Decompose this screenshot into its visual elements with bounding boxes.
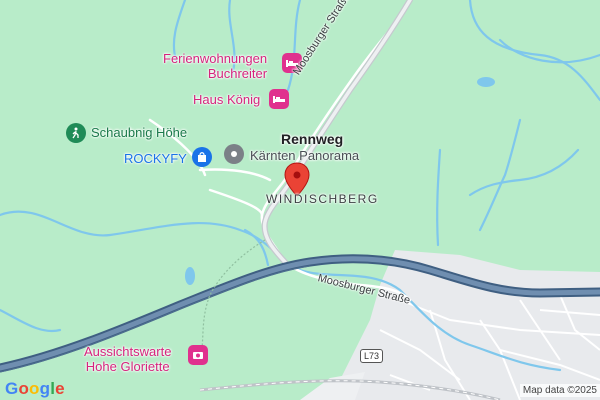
district-label-windischberg: WINDISCHBERG: [266, 192, 379, 206]
hiker-glyph: [72, 127, 79, 139]
landmark-icon[interactable]: [224, 144, 244, 164]
bed-icon[interactable]: [269, 89, 289, 109]
place-label-rockyfy[interactable]: ROCKYFY: [124, 151, 187, 166]
bed-glyph: [273, 96, 285, 103]
place-label-ferienwohnungen[interactable]: Ferienwohnungen Buchreiter: [163, 51, 267, 81]
camera-icon[interactable]: [188, 345, 208, 365]
place-label-aussichtswarte[interactable]: Aussichtswarte Hohe Gloriette: [84, 344, 171, 374]
place-label-karnten-panorama[interactable]: Kärnten Panorama: [250, 148, 359, 163]
google-logo: Google: [5, 379, 65, 398]
pond-west: [185, 267, 195, 285]
pond-north: [477, 77, 495, 87]
place-name: Aussichtswarte Hohe Gloriette: [84, 344, 172, 374]
landmark-glyph: [231, 151, 237, 157]
town-label-rennweg[interactable]: Rennweg: [281, 131, 343, 147]
map-attribution[interactable]: Map data ©2025: [519, 384, 600, 397]
place-name: Ferienwohnungen Buchreiter: [163, 51, 268, 81]
camera-glyph: [193, 352, 203, 359]
place-label-schaubnig[interactable]: Schaubnig Höhe: [91, 125, 187, 140]
shopping-bag-icon[interactable]: [192, 147, 212, 167]
hiker-icon[interactable]: [66, 123, 86, 143]
place-label-haus-konig[interactable]: Haus König: [193, 92, 260, 107]
bag-glyph: [198, 152, 206, 162]
route-shield-l73: L73: [360, 349, 384, 363]
